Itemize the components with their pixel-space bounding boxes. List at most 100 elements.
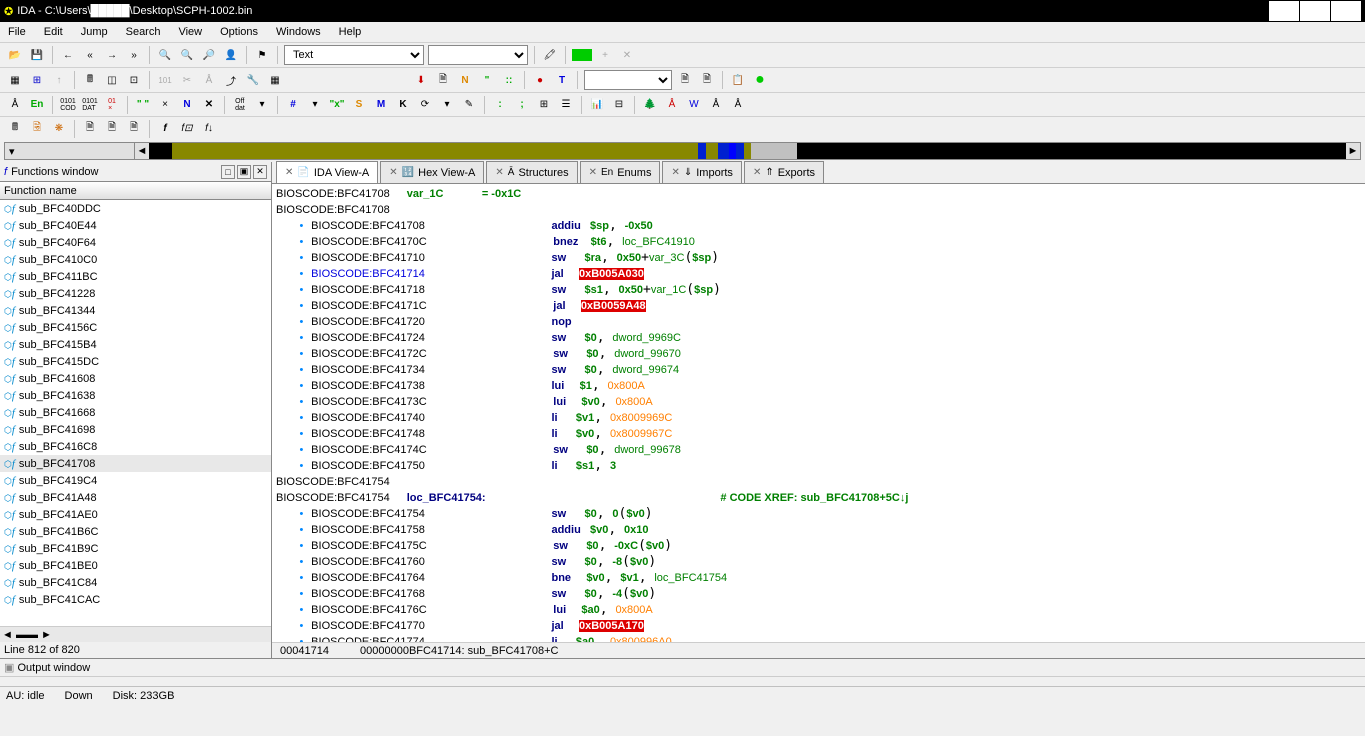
search-prev-icon[interactable]: 🔎 — [200, 46, 218, 64]
flag-icon[interactable]: ⚑ — [253, 46, 271, 64]
functions-hscroll[interactable]: ◄ ▬▬ ► — [0, 626, 271, 642]
maximize-button[interactable]: ❐ — [1300, 1, 1330, 21]
tb4-icon-1[interactable]: 🖩 — [6, 120, 24, 138]
run-button[interactable] — [572, 49, 592, 61]
tb4-icon-4[interactable]: 🗎 — [103, 120, 121, 138]
tree-icon-3[interactable]: Å — [729, 96, 747, 114]
hash-icon[interactable]: # — [284, 96, 302, 114]
function-item[interactable]: ⬡fsub_BFC41228 — [0, 285, 271, 302]
tab-exports[interactable]: ✕⇑Exports — [744, 161, 824, 183]
nav-back-skip-button[interactable]: « — [81, 46, 99, 64]
function-item[interactable]: ⬡fsub_BFC416C8 — [0, 438, 271, 455]
filter-icon[interactable]: 👤 — [222, 46, 240, 64]
tb4-icon-5[interactable]: 🗎 — [125, 120, 143, 138]
tab-close-icon[interactable]: ✕ — [285, 167, 293, 178]
tree-icon-2[interactable]: Å — [707, 96, 725, 114]
tb3-m-icon[interactable]: M — [372, 96, 390, 114]
function-item[interactable]: ⬡fsub_BFC41698 — [0, 421, 271, 438]
function-item[interactable]: ⬡fsub_BFC41344 — [0, 302, 271, 319]
menu-help[interactable]: Help — [339, 26, 362, 38]
tb3-icon-10[interactable]: "x" — [328, 96, 346, 114]
off-icon[interactable]: Offdat — [231, 96, 249, 114]
tb3-k-icon[interactable]: K — [394, 96, 412, 114]
function-item[interactable]: ⬡fsub_BFC41B9C — [0, 540, 271, 557]
menu-file[interactable]: File — [8, 26, 26, 38]
pen-icon[interactable]: ✎ — [460, 96, 478, 114]
tb4-icon-2[interactable]: 🗟 — [28, 120, 46, 138]
function-item[interactable]: ⬡fsub_BFC41A48 — [0, 489, 271, 506]
wrench-icon[interactable]: 🔧 — [244, 71, 262, 89]
menu-jump[interactable]: Jump — [81, 26, 108, 38]
nav-left-arrow[interactable]: ◄ — [135, 143, 149, 159]
tab-enums[interactable]: ✕EnEnums — [580, 161, 661, 183]
function-item[interactable]: ⬡fsub_BFC41638 — [0, 387, 271, 404]
function-item[interactable]: ⬡fsub_BFC410C0 — [0, 251, 271, 268]
tree-green-icon[interactable]: 🌲 — [641, 96, 659, 114]
chart-icon[interactable]: 📊 — [588, 96, 606, 114]
tb2-icon-r7[interactable]: 🗎 — [698, 71, 716, 89]
menu-options[interactable]: Options — [220, 26, 258, 38]
func2-icon[interactable]: f⊡ — [178, 120, 196, 138]
tb3-icon-12[interactable]: ▾ — [438, 96, 456, 114]
bp-icon[interactable]: ● — [531, 71, 549, 89]
tab-close-icon[interactable]: ✕ — [389, 167, 397, 178]
tab-close-icon[interactable]: ✕ — [753, 167, 761, 178]
function-item[interactable]: ⬡fsub_BFC415B4 — [0, 336, 271, 353]
tb3-icon-13[interactable]: ⊞ — [535, 96, 553, 114]
tb3-icon-9[interactable]: ▾ — [306, 96, 324, 114]
func3-icon[interactable]: f↓ — [200, 120, 218, 138]
tb3-n-icon[interactable]: N — [178, 96, 196, 114]
tb3-icon-11[interactable]: ⟳ — [416, 96, 434, 114]
name-icon[interactable]: N — [456, 71, 474, 89]
save-button[interactable]: 💾 — [28, 46, 46, 64]
panel-dock-button[interactable]: ▣ — [237, 165, 251, 179]
menu-windows[interactable]: Windows — [276, 26, 321, 38]
tb2-icon-2[interactable]: ⊞ — [28, 71, 46, 89]
doc-icon[interactable]: 📋 — [729, 71, 747, 89]
tab-ida-view-a[interactable]: ✕📄IDA View-A — [276, 161, 378, 183]
tab-hex-view-a[interactable]: ✕🔢Hex View-A — [380, 161, 484, 183]
semi-icon[interactable]: ; — [513, 96, 531, 114]
function-item[interactable]: ⬡fsub_BFC40F64 — [0, 234, 271, 251]
tree-icon[interactable]: Å — [200, 71, 218, 89]
function-item[interactable]: ⬡fsub_BFC41BE0 — [0, 557, 271, 574]
tb2-icon-r4[interactable]: " — [478, 71, 496, 89]
tb3-icon-8[interactable]: ▾ — [253, 96, 271, 114]
tab-close-icon[interactable]: ✕ — [495, 167, 503, 178]
tb3-icon-5[interactable]: 01× — [103, 96, 121, 114]
open-button[interactable]: 📂 — [6, 46, 24, 64]
tb3-icon-15[interactable]: ⊟ — [610, 96, 628, 114]
share-icon[interactable]: ⤴ — [222, 71, 240, 89]
tab-close-icon[interactable]: ✕ — [671, 167, 679, 178]
tb3-icon-7[interactable]: × — [156, 96, 174, 114]
menu-edit[interactable]: Edit — [44, 26, 63, 38]
function-item[interactable]: ⬡fsub_BFC41B6C — [0, 523, 271, 540]
delete-button[interactable]: ✕ — [618, 46, 636, 64]
panel-undock-button[interactable]: □ — [221, 165, 235, 179]
function-item[interactable]: ⬡fsub_BFC411BC — [0, 268, 271, 285]
tb3-s-icon[interactable]: S — [350, 96, 368, 114]
palette-icon[interactable]: ▦ — [266, 71, 284, 89]
tb3-icon-2[interactable]: En — [28, 96, 46, 114]
nav-fwd-button[interactable]: → — [103, 46, 121, 64]
tb3-icon-14[interactable]: ☰ — [557, 96, 575, 114]
close-button[interactable]: ✕ — [1331, 1, 1361, 21]
tab-structures[interactable]: ✕ĀStructures — [486, 161, 577, 183]
tb2-icon-r1[interactable]: ⬇ — [412, 71, 430, 89]
functions-list[interactable]: ⬡fsub_BFC40DDC⬡fsub_BFC40E44⬡fsub_BFC40F… — [0, 200, 271, 626]
highlight-icon[interactable]: 🖍 — [541, 46, 559, 64]
menu-search[interactable]: Search — [126, 26, 161, 38]
zoom-100-icon[interactable]: 101 — [156, 71, 174, 89]
search-icon[interactable]: 🔍 — [156, 46, 174, 64]
tb3-icon-1[interactable]: Å — [6, 96, 24, 114]
tb3-icon-6[interactable]: " " — [134, 96, 152, 114]
tree-blue-icon[interactable]: W — [685, 96, 703, 114]
tb2-icon-r2[interactable]: 🗎 — [434, 71, 452, 89]
nav-track[interactable] — [149, 143, 1346, 159]
nav-right-arrow[interactable]: ► — [1346, 143, 1360, 159]
text-icon[interactable]: T — [553, 71, 571, 89]
go-icon[interactable]: ● — [751, 71, 769, 89]
tb2-icon-3[interactable]: ↑ — [50, 71, 68, 89]
gear-icon[interactable]: ❋ — [50, 120, 68, 138]
function-item[interactable]: ⬡fsub_BFC40DDC — [0, 200, 271, 217]
